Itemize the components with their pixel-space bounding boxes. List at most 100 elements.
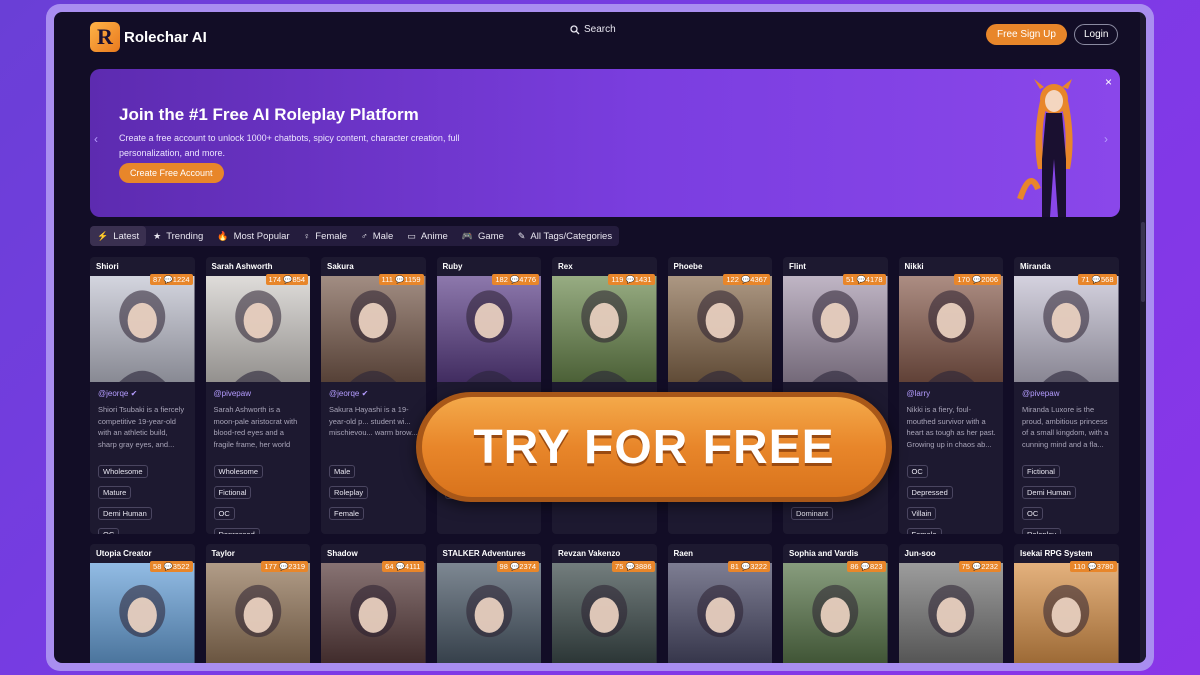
character-tag[interactable]: Depressed <box>906 486 953 499</box>
tag-wrap: Depressed <box>906 482 953 500</box>
tag-wrap: Fictional <box>1022 461 1076 479</box>
character-tag[interactable]: Depressed <box>213 528 260 534</box>
tag-wrap: Wholesome <box>98 461 152 479</box>
tag-wrap: Demi Human <box>1022 482 1076 500</box>
tab-female[interactable]: ♀ Female <box>297 226 354 246</box>
banner-title: Join the #1 Free AI Roleplay Platform <box>119 105 419 124</box>
tag-wrap: Female <box>906 524 953 534</box>
character-tag[interactable]: Roleplay <box>1022 528 1062 534</box>
character-tag[interactable]: OC <box>906 465 928 478</box>
tab-most-popular[interactable]: 🔥 Most Popular <box>210 226 296 246</box>
character-stats-badge: 87 💬1224 <box>150 274 193 285</box>
character-card[interactable]: Sophia and Vardis 86 💬823 <box>783 544 888 663</box>
character-tag[interactable]: OC <box>98 528 120 534</box>
character-tag[interactable]: Mature <box>98 486 132 499</box>
character-image-wrap <box>898 563 1003 663</box>
search-button[interactable]: Search <box>570 24 616 35</box>
character-name: Shadow <box>327 549 358 558</box>
tag-wrap: Villain <box>906 503 953 521</box>
character-tag[interactable]: Villain <box>906 507 937 520</box>
window-frame: R Rolechar AI Search Free Sign Up Login … <box>46 4 1154 671</box>
character-name: Flint <box>789 262 806 271</box>
tab-anime[interactable]: ▭ Anime <box>400 226 454 246</box>
create-account-button[interactable]: Create Free Account <box>119 163 224 183</box>
login-button[interactable]: Login <box>1074 24 1119 45</box>
try-for-free-button[interactable]: TRY FOR FREE <box>416 392 892 502</box>
character-tag[interactable]: Fictional <box>1022 465 1060 478</box>
character-card[interactable]: Revzan Vakenzo 75 💬3886 <box>552 544 657 663</box>
character-card[interactable]: Sakura 111 💬1159 @jeorqe ✔ Sakura Hayashi i… <box>321 257 426 534</box>
tab-game[interactable]: 🎮 Game <box>455 226 511 246</box>
character-image <box>898 563 1003 663</box>
tag-wrap: Mature <box>98 482 152 500</box>
character-card[interactable]: Sarah Ashworth 174 💬854 @pivepaw Sarah Ashw… <box>205 257 310 534</box>
tab-male[interactable]: ♂ Male <box>354 226 400 246</box>
character-card[interactable]: Shiori 87 💬1224 @jeorqe ✔ Shiori Tsubaki is… <box>90 257 195 534</box>
scrollbar-thumb[interactable] <box>1141 222 1145 302</box>
tab-label: Anime <box>420 230 448 242</box>
character-image <box>783 563 888 663</box>
character-card[interactable]: Isekai RPG System 110 💬3780 <box>1014 544 1119 663</box>
character-image-wrap <box>552 276 657 382</box>
character-author[interactable]: @pivepaw <box>214 389 251 398</box>
character-stats-badge: 170 💬2006 <box>954 274 1001 285</box>
character-tag[interactable]: Dominant <box>791 507 834 520</box>
tab-icon: ✎ <box>517 230 526 241</box>
tab-label: All Tags/Categories <box>530 230 613 242</box>
tag-wrap: Fictional <box>213 482 264 500</box>
tab-icon: ⚡ <box>97 230 109 241</box>
character-stats-badge: 71 💬568 <box>1078 274 1117 285</box>
character-author[interactable]: @jeorqe ✔ <box>98 389 137 398</box>
try-for-free-label: TRY FOR FREE <box>422 397 886 497</box>
character-card[interactable]: Jun-soo 75 💬2232 <box>898 544 1003 663</box>
character-tag[interactable]: Wholesome <box>98 465 148 478</box>
tab-label: Latest <box>113 230 140 242</box>
tab-label: Male <box>372 230 394 242</box>
character-image <box>205 276 310 382</box>
tab-trending[interactable]: ★ Trending <box>146 226 210 246</box>
character-tag[interactable]: Demi Human <box>1022 486 1076 499</box>
character-description: Sarah Ashworth is a moon-pale aristocrat… <box>213 405 298 449</box>
character-tags: Wholesome Fictional OC Depressed <box>213 461 264 534</box>
banner-next-icon[interactable]: › <box>1104 132 1108 146</box>
character-name: Miranda <box>1020 262 1051 271</box>
character-card[interactable]: Shadow 64 💬4111 <box>321 544 426 663</box>
character-card[interactable]: Miranda 71 💬568 @pivepaw Miranda Luxore is … <box>1014 257 1119 534</box>
character-card[interactable]: Taylor 177 💬2319 <box>205 544 310 663</box>
close-icon[interactable]: × <box>1105 75 1112 89</box>
signup-button[interactable]: Free Sign Up <box>986 24 1067 45</box>
character-image <box>90 563 195 663</box>
tab-all-tags-categories[interactable]: ✎ All Tags/Categories <box>511 226 619 246</box>
character-image <box>205 563 310 663</box>
character-image-wrap <box>436 563 541 663</box>
character-card[interactable]: STALKER Adventures 98 💬2374 <box>436 544 541 663</box>
character-tag[interactable]: OC <box>213 507 235 520</box>
tab-icon: ▭ <box>407 230 416 241</box>
app-logo[interactable]: R Rolechar AI <box>90 22 207 52</box>
character-tag[interactable]: Fictional <box>213 486 252 499</box>
character-tag[interactable]: Demi Human <box>98 507 152 520</box>
character-tag[interactable]: OC <box>1022 507 1044 520</box>
tab-label: Trending <box>166 230 204 242</box>
character-stats-badge: 119 💬1431 <box>608 274 655 285</box>
character-tag[interactable]: Female <box>329 507 365 520</box>
character-tag[interactable]: Female <box>906 528 942 534</box>
character-tags: Fictional Demi Human OC Roleplay <box>1022 461 1076 534</box>
character-tag[interactable]: Male <box>329 465 356 478</box>
character-tag[interactable]: Wholesome <box>213 465 264 478</box>
character-stats-badge: 64 💬4111 <box>382 561 424 572</box>
character-author[interactable]: @larry <box>907 389 931 398</box>
banner-prev-icon[interactable]: ‹ <box>94 132 98 146</box>
character-author[interactable]: @jeorqe ✔ <box>329 389 368 398</box>
scrollbar[interactable] <box>1140 12 1146 663</box>
character-author[interactable]: @pivepaw <box>1022 389 1059 398</box>
character-tag[interactable]: Roleplay <box>329 486 369 499</box>
character-name: Nikki <box>904 262 924 271</box>
tag-wrap: OC <box>906 461 953 479</box>
character-card[interactable]: Nikki 170 💬2006 @larry Nikki is a fiery, fo… <box>898 257 1003 534</box>
character-card[interactable]: Utopia Creator 58 💬3522 <box>90 544 195 663</box>
tab-label: Most Popular <box>233 230 290 242</box>
tag-wrap: Demi Human <box>98 503 152 521</box>
character-card[interactable]: Raen 81 💬3222 <box>667 544 772 663</box>
tab-latest[interactable]: ⚡ Latest <box>90 226 147 246</box>
